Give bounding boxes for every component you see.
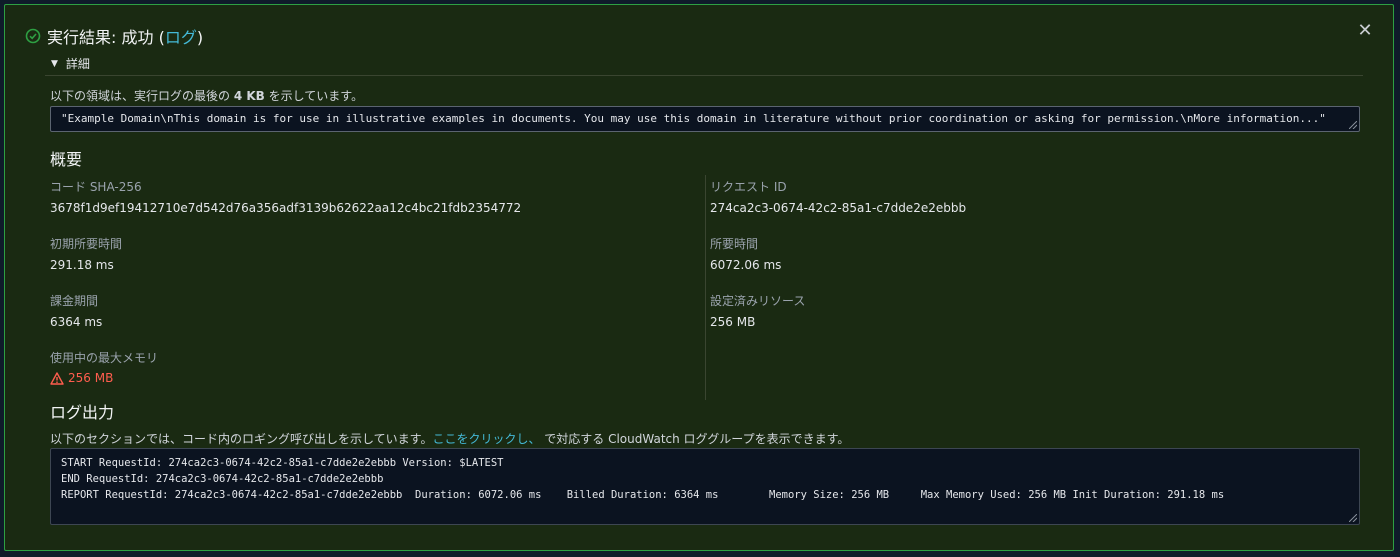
- details-toggle[interactable]: ▼ 詳細: [51, 55, 90, 72]
- log-line: START RequestId: 274ca2c3-0674-42c2-85a1…: [61, 457, 504, 469]
- resize-handle-icon[interactable]: [1349, 514, 1357, 522]
- summary-heading: 概要: [50, 150, 83, 169]
- resize-handle-icon[interactable]: [1349, 121, 1357, 129]
- result-header: 実行結果: 成功 (ログ): [25, 23, 203, 49]
- code-sha-value: 3678f1d9ef19412710e7d542d76a356adf3139b6…: [50, 201, 522, 215]
- max-memory-text: 256 MB: [68, 371, 114, 385]
- result-output-textarea[interactable]: "Example Domain\nThis domain is for use …: [50, 106, 1360, 132]
- log-output-description: 以下のセクションでは、コード内のロギング呼び出しを示しています。ここをクリックし…: [50, 430, 849, 447]
- billed-duration-value: 6364 ms: [50, 315, 103, 329]
- duration-value: 6072.06 ms: [710, 258, 782, 272]
- max-memory-label: 使用中の最大メモリ: [50, 351, 159, 365]
- request-id-value: 274ca2c3-0674-42c2-85a1-c7dde2e2ebbb: [710, 201, 967, 215]
- execution-result-panel: 実行結果: 成功 (ログ) ✕ ▼ 詳細 以下の領域は、実行ログの最後の 4 K…: [4, 4, 1394, 551]
- desc-size: 4 KB: [233, 89, 265, 103]
- result-title: 実行結果: 成功 (ログ): [47, 24, 203, 48]
- log-link[interactable]: ログ: [165, 28, 197, 47]
- triangle-down-icon: ▼: [51, 58, 58, 69]
- code-sha-label: コード SHA-256: [50, 180, 142, 194]
- divider: [45, 75, 1363, 76]
- request-id-label: リクエスト ID: [710, 180, 787, 194]
- column-divider: [705, 175, 706, 400]
- log-desc-text-end: で対応する CloudWatch ロググループを表示できます。: [540, 432, 850, 446]
- title-prefix: 実行結果: 成功 (: [47, 28, 165, 47]
- log-desc-text: 以下のセクションでは、コード内のロギング呼び出しを示しています。: [50, 432, 433, 446]
- check-circle-icon: [25, 28, 41, 44]
- configured-resources-value: 256 MB: [710, 315, 756, 329]
- log-line: REPORT RequestId: 274ca2c3-0674-42c2-85a…: [61, 489, 1225, 501]
- result-text: "Example Domain\nThis domain is for use …: [61, 112, 1326, 125]
- details-description: 以下の領域は、実行ログの最後の 4 KB を示しています。: [50, 87, 363, 104]
- desc-text-end: を示しています。: [264, 89, 364, 103]
- cloudwatch-link[interactable]: ここをクリックし、: [432, 432, 540, 446]
- close-button[interactable]: ✕: [1355, 21, 1375, 41]
- close-icon: ✕: [1357, 20, 1373, 41]
- init-duration-label: 初期所要時間: [50, 237, 123, 251]
- warning-icon: [50, 371, 64, 385]
- configured-resources-label: 設定済みリソース: [710, 294, 806, 308]
- log-line: END RequestId: 274ca2c3-0674-42c2-85a1-c…: [61, 473, 384, 485]
- title-suffix: ): [196, 28, 204, 47]
- max-memory-value: 256 MB: [50, 371, 113, 385]
- log-output-textarea[interactable]: START RequestId: 274ca2c3-0674-42c2-85a1…: [50, 448, 1360, 525]
- duration-label: 所要時間: [710, 237, 759, 251]
- details-label: 詳細: [65, 57, 90, 71]
- init-duration-value: 291.18 ms: [50, 258, 114, 272]
- log-output-heading: ログ出力: [50, 403, 115, 422]
- desc-text: 以下の領域は、実行ログの最後の: [50, 89, 234, 103]
- billed-duration-label: 課金期間: [50, 294, 99, 308]
